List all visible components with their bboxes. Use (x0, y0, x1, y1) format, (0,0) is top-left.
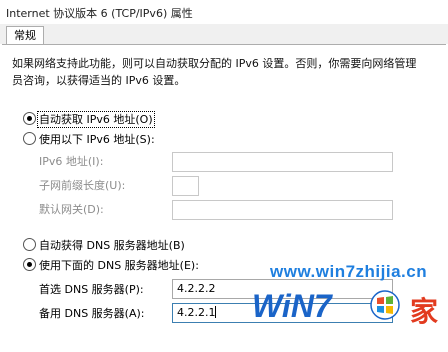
radio-auto-dns-label: 自动获得 DNS 服务器地址(B) (39, 239, 185, 252)
preferred-dns-value: 4.2.2.2 (177, 282, 216, 295)
radio-manual-dns[interactable]: 使用下面的 DNS 服务器地址(E): (23, 258, 199, 274)
window-title: Internet 协议版本 6 (TCP/IPv6) 属性 (6, 7, 193, 20)
tab-strip (0, 24, 448, 44)
preferred-dns-label: 首选 DNS 服务器(P): (39, 283, 144, 296)
radio-auto-dns[interactable]: 自动获得 DNS 服务器地址(B) (23, 238, 185, 254)
alternate-dns-label: 备用 DNS 服务器(A): (39, 307, 145, 320)
radio-indicator-checked (23, 258, 36, 271)
windows-logo-icon (370, 290, 400, 320)
ipv6-address-input[interactable] (172, 152, 393, 172)
subnet-prefix-input[interactable] (172, 176, 199, 196)
radio-indicator-unchecked (23, 132, 36, 145)
watermark-brand: WiN7 (252, 288, 332, 324)
title-bar: Internet 协议版本 6 (TCP/IPv6) 属性 (0, 0, 448, 25)
radio-indicator-unchecked (23, 238, 36, 251)
radio-auto-ipv6-label: 自动获取 IPv6 地址(O) (37, 111, 155, 128)
watermark-url: www.win7zhijia.cn (270, 262, 428, 281)
alternate-dns-value: 4.2.2.1 (177, 306, 216, 319)
radio-manual-ipv6[interactable]: 使用以下 IPv6 地址(S): (23, 132, 155, 148)
site-watermark: www.win7zhijia.cn WiN7 家 (252, 262, 448, 332)
default-gateway-label: 默认网关(D): (39, 203, 104, 216)
subnet-prefix-label: 子网前缀长度(U): (39, 179, 126, 192)
tab-general[interactable]: 常规 (6, 26, 44, 45)
radio-manual-ipv6-label: 使用以下 IPv6 地址(S): (39, 133, 155, 146)
radio-indicator-checked (23, 112, 36, 125)
radio-auto-ipv6[interactable]: 自动获取 IPv6 地址(O) (23, 111, 155, 128)
radio-manual-dns-label: 使用下面的 DNS 服务器地址(E): (39, 259, 199, 272)
default-gateway-input[interactable] (172, 200, 393, 220)
text-caret (215, 306, 217, 318)
ipv6-address-label: IPv6 地址(I): (39, 155, 104, 168)
watermark-suffix: 家 (410, 295, 439, 328)
description-text: 如果网络支持此功能，则可以自动获取分配的 IPv6 设置。否则，你需要向网络管理… (12, 57, 417, 87)
